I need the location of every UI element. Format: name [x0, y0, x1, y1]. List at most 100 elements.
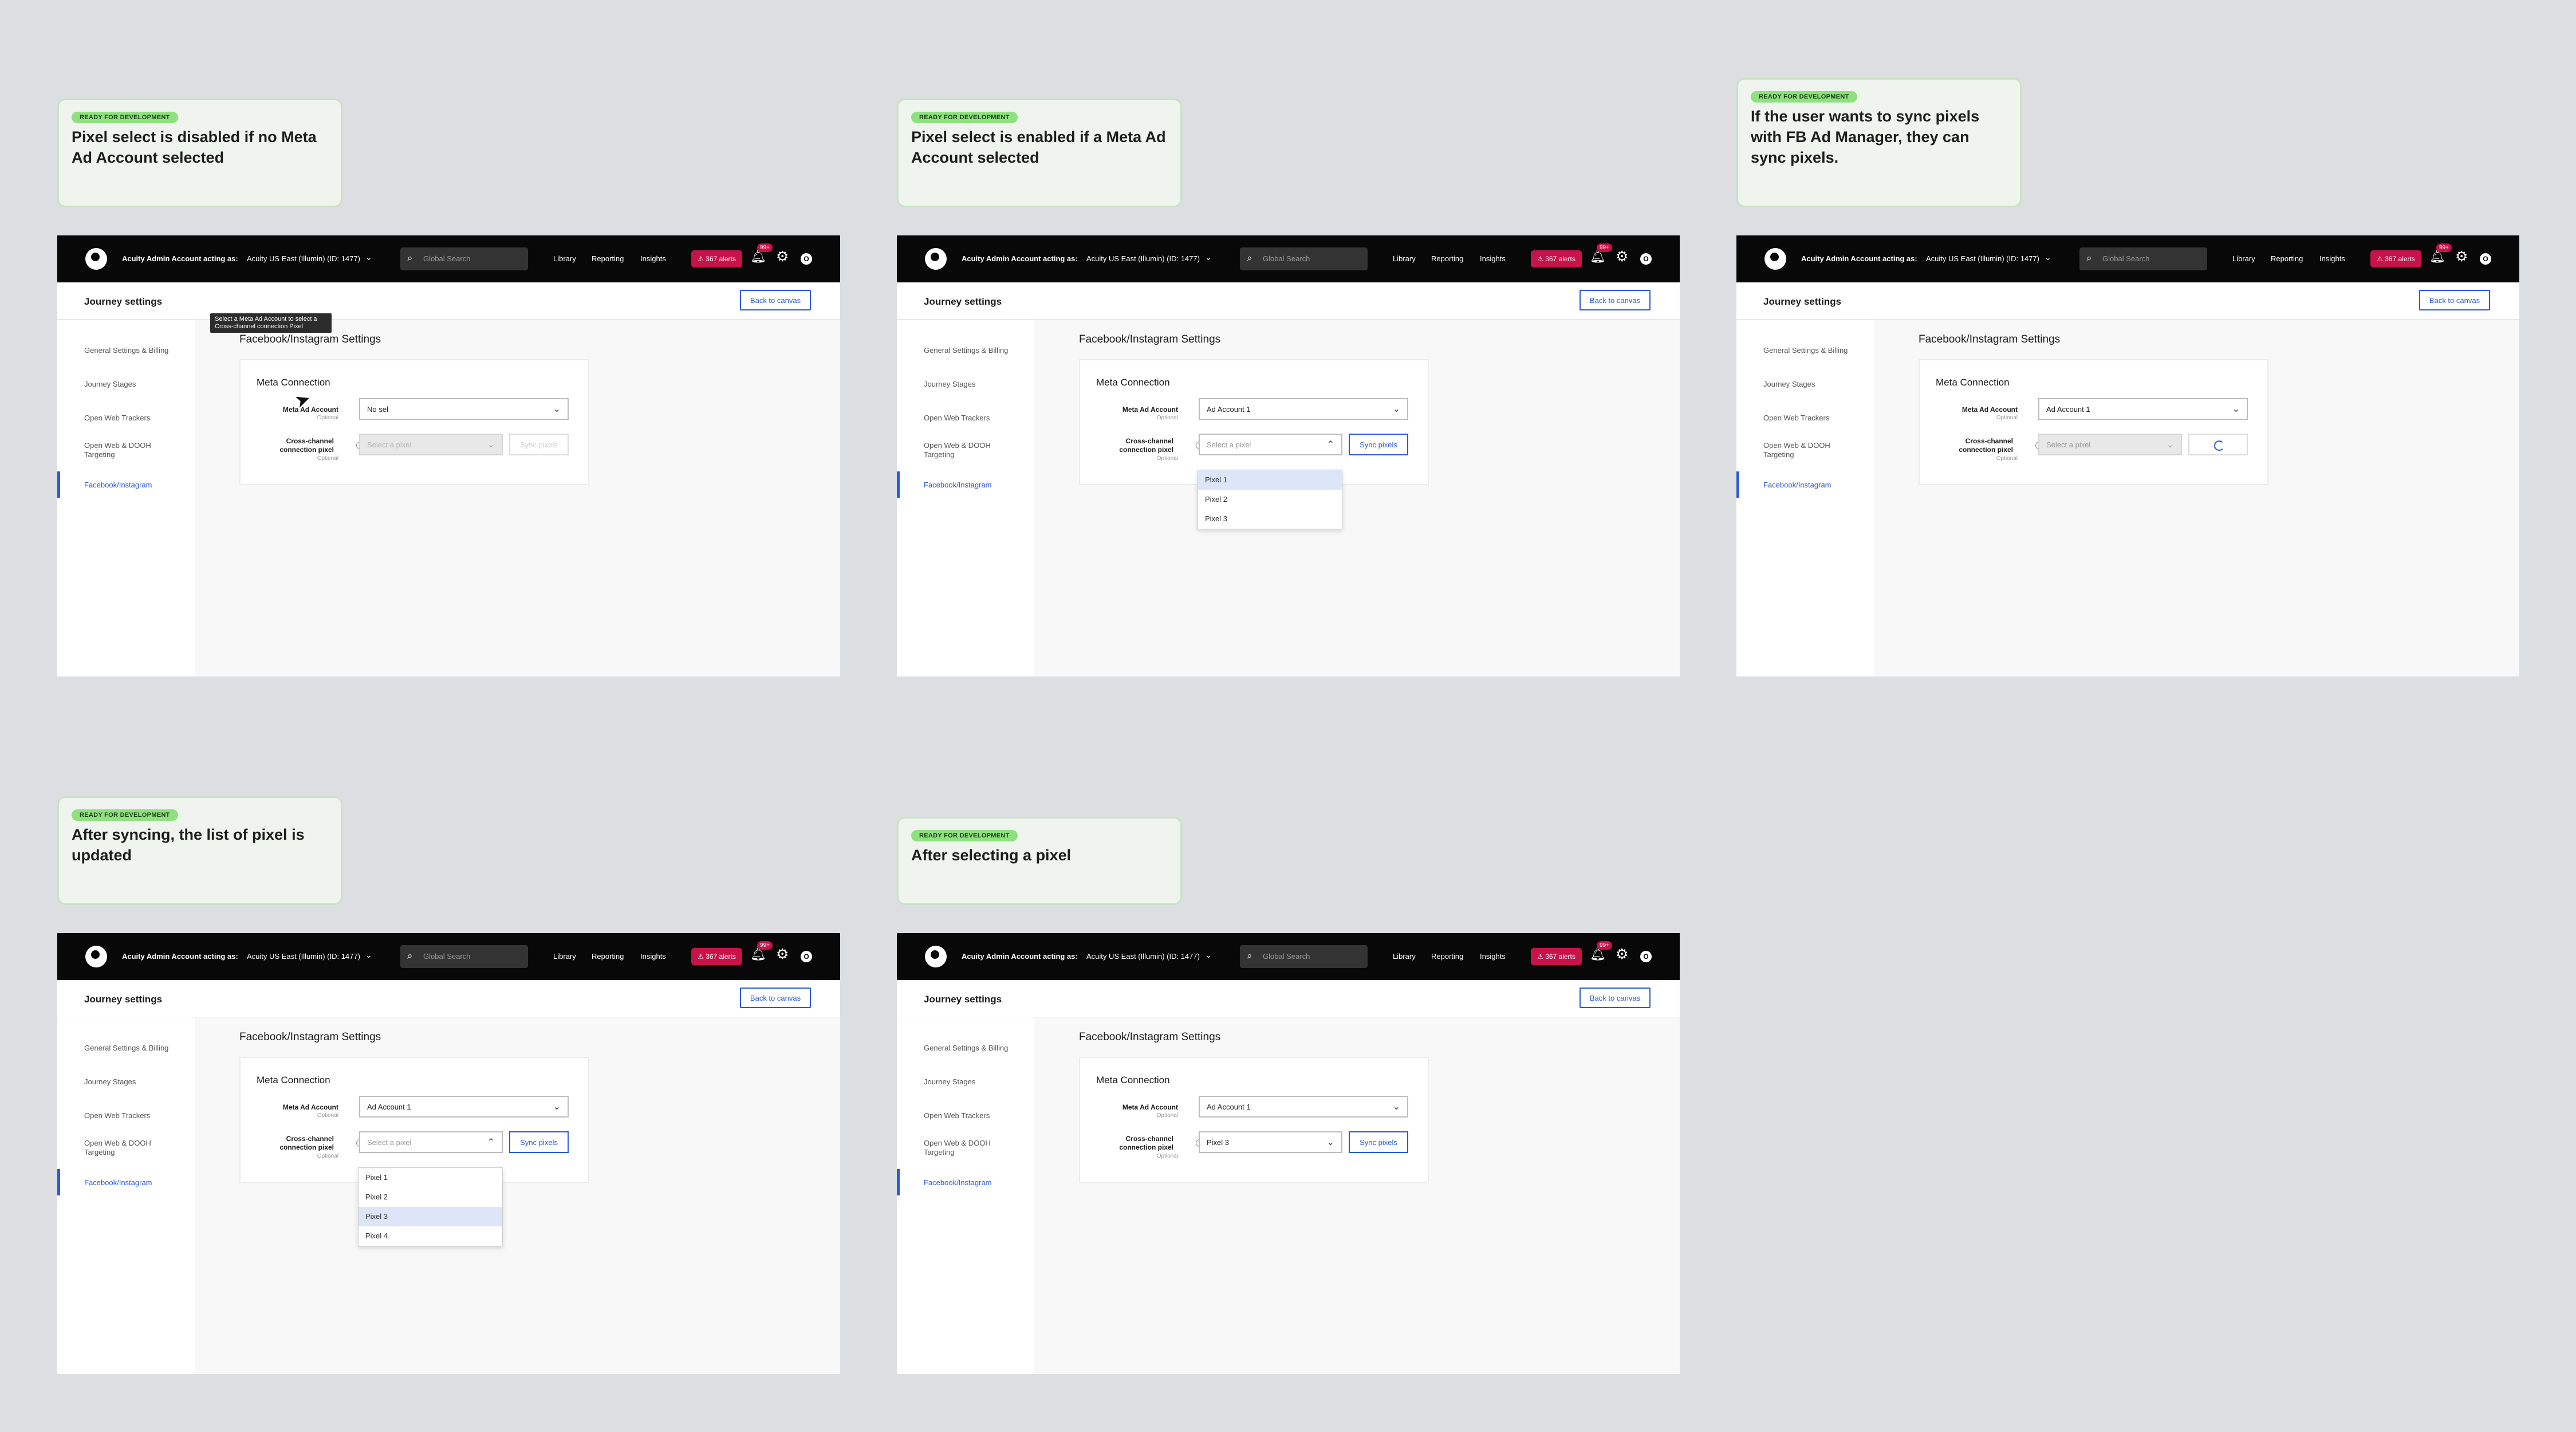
alerts-button[interactable]: ⚠ 367 alerts — [1531, 948, 1582, 965]
sidebar-item-open-web-trackers[interactable]: Open Web Trackers — [84, 414, 182, 423]
alerts-button[interactable]: ⚠ 367 alerts — [691, 250, 742, 267]
dropdown-option[interactable]: Pixel 1 — [359, 1168, 502, 1187]
nav-library[interactable]: Library — [553, 952, 576, 961]
sidebar-item-facebook-instagram[interactable]: Facebook/Instagram — [924, 481, 1021, 490]
acuity-logo[interactable] — [925, 946, 947, 967]
nav-insights[interactable]: Insights — [640, 254, 666, 263]
gear-icon[interactable]: ⚙ — [1616, 946, 1628, 963]
sidebar-item-facebook-instagram[interactable]: Facebook/Instagram — [1763, 481, 1861, 490]
global-search-input[interactable]: ⌕ Global Search — [1240, 945, 1368, 968]
dropdown-option[interactable]: Pixel 1 — [1198, 470, 1342, 490]
global-search-input[interactable]: ⌕ Global Search — [1240, 247, 1368, 270]
back-to-canvas-button[interactable]: Back to canvas — [740, 988, 811, 1008]
alerts-button[interactable]: ⚠ 367 alerts — [691, 948, 742, 965]
back-to-canvas-button[interactable]: Back to canvas — [2419, 290, 2490, 310]
dropdown-option[interactable]: Pixel 4 — [359, 1226, 502, 1246]
sidebar-item-open-web-trackers[interactable]: Open Web Trackers — [84, 1111, 182, 1120]
sidebar-item-facebook-instagram[interactable]: Facebook/Instagram — [84, 481, 182, 490]
sidebar-item-open-web-dooh[interactable]: Open Web & DOOH Targeting — [924, 1139, 1021, 1157]
account-switcher[interactable]: Acuity US East (Illumin) (ID: 1477) — [1926, 254, 2039, 263]
nav-reporting[interactable]: Reporting — [1431, 254, 1463, 263]
acuity-logo[interactable] — [85, 946, 107, 967]
nav-reporting[interactable]: Reporting — [1431, 952, 1463, 961]
avatar[interactable]: O — [801, 253, 812, 265]
sidebar-item-general-settings[interactable]: General Settings & Billing — [924, 1044, 1021, 1053]
nav-library[interactable]: Library — [553, 254, 576, 263]
pixel-select[interactable]: Select a pixel ⌄ — [2038, 434, 2182, 455]
pixel-select[interactable]: Select a pixel ⌄ — [359, 434, 503, 455]
sync-pixels-button[interactable] — [2188, 434, 2248, 455]
sidebar-item-facebook-instagram[interactable]: Facebook/Instagram — [84, 1178, 182, 1187]
sidebar-item-general-settings[interactable]: General Settings & Billing — [84, 346, 182, 355]
dropdown-option[interactable]: Pixel 3 — [1198, 509, 1342, 529]
pixel-select[interactable]: Select a pixel ⌃ — [1199, 434, 1342, 455]
sync-pixels-button[interactable]: Sync pixels — [1349, 1131, 1408, 1153]
acuity-logo[interactable] — [925, 248, 947, 270]
chevron-down-icon[interactable]: ⌄ — [365, 253, 372, 262]
alerts-button[interactable]: ⚠ 367 alerts — [2370, 250, 2421, 267]
account-switcher[interactable]: Acuity US East (Illumin) (ID: 1477) — [1086, 254, 1200, 263]
nav-insights[interactable]: Insights — [640, 952, 666, 961]
avatar[interactable]: O — [2480, 253, 2491, 265]
chevron-down-icon[interactable]: ⌄ — [365, 950, 372, 960]
sync-pixels-button[interactable]: Sync pixels — [509, 434, 569, 455]
back-to-canvas-button[interactable]: Back to canvas — [740, 290, 811, 310]
sidebar-item-journey-stages[interactable]: Journey Stages — [84, 380, 182, 389]
back-to-canvas-button[interactable]: Back to canvas — [1580, 988, 1651, 1008]
avatar[interactable]: O — [1640, 253, 1652, 265]
nav-library[interactable]: Library — [1393, 254, 1416, 263]
sidebar-item-open-web-trackers[interactable]: Open Web Trackers — [924, 414, 1021, 423]
sidebar-item-journey-stages[interactable]: Journey Stages — [1763, 380, 1861, 389]
gear-icon[interactable]: ⚙ — [776, 946, 789, 963]
chevron-down-icon[interactable]: ⌄ — [1205, 950, 1212, 960]
sync-pixels-button[interactable]: Sync pixels — [509, 1131, 569, 1153]
sidebar-item-general-settings[interactable]: General Settings & Billing — [1763, 346, 1861, 355]
acuity-logo[interactable] — [1764, 248, 1786, 270]
nav-insights[interactable]: Insights — [1480, 254, 1506, 263]
sidebar-item-journey-stages[interactable]: Journey Stages — [84, 1077, 182, 1087]
sidebar-item-journey-stages[interactable]: Journey Stages — [924, 380, 1021, 389]
sidebar-item-open-web-trackers[interactable]: Open Web Trackers — [1763, 414, 1861, 423]
nav-library[interactable]: Library — [1393, 952, 1416, 961]
sidebar-item-facebook-instagram[interactable]: Facebook/Instagram — [924, 1178, 1021, 1187]
account-switcher[interactable]: Acuity US East (Illumin) (ID: 1477) — [247, 254, 360, 263]
pixel-select[interactable]: Select a pixel ⌃ — [359, 1131, 503, 1153]
account-switcher[interactable]: Acuity US East (Illumin) (ID: 1477) — [247, 952, 360, 961]
sync-pixels-button[interactable]: Sync pixels — [1349, 434, 1408, 455]
nav-reporting[interactable]: Reporting — [2271, 254, 2303, 263]
sidebar-item-open-web-trackers[interactable]: Open Web Trackers — [924, 1111, 1021, 1120]
nav-reporting[interactable]: Reporting — [592, 952, 624, 961]
avatar[interactable]: O — [1640, 951, 1652, 962]
gear-icon[interactable]: ⚙ — [776, 248, 789, 265]
pixel-select[interactable]: Pixel 3 ⌄ — [1199, 1131, 1342, 1153]
nav-reporting[interactable]: Reporting — [592, 254, 624, 263]
meta-ad-account-select[interactable]: Ad Account 1 ⌄ — [1199, 398, 1408, 420]
acuity-logo[interactable] — [85, 248, 107, 270]
sidebar-item-journey-stages[interactable]: Journey Stages — [924, 1077, 1021, 1087]
meta-ad-account-select[interactable]: Ad Account 1 ⌄ — [2038, 398, 2248, 420]
account-switcher[interactable]: Acuity US East (Illumin) (ID: 1477) — [1086, 952, 1200, 961]
chevron-down-icon[interactable]: ⌄ — [2045, 253, 2051, 262]
sidebar-item-open-web-dooh[interactable]: Open Web & DOOH Targeting — [924, 441, 1021, 459]
nav-insights[interactable]: Insights — [1480, 952, 1506, 961]
nav-library[interactable]: Library — [2232, 254, 2255, 263]
alerts-button[interactable]: ⚠ 367 alerts — [1531, 250, 1582, 267]
sidebar-item-open-web-dooh[interactable]: Open Web & DOOH Targeting — [84, 1139, 182, 1157]
meta-ad-account-select[interactable]: No sel ⌄ — [359, 398, 569, 420]
nav-insights[interactable]: Insights — [2319, 254, 2345, 263]
global-search-input[interactable]: ⌕ Global Search — [2079, 247, 2207, 270]
sidebar-item-general-settings[interactable]: General Settings & Billing — [924, 346, 1021, 355]
meta-ad-account-select[interactable]: Ad Account 1 ⌄ — [359, 1096, 569, 1118]
gear-icon[interactable]: ⚙ — [2455, 248, 2468, 265]
dropdown-option[interactable]: Pixel 2 — [1198, 490, 1342, 509]
chevron-down-icon[interactable]: ⌄ — [1205, 253, 1212, 262]
gear-icon[interactable]: ⚙ — [1616, 248, 1628, 265]
global-search-input[interactable]: ⌕ Global Search — [400, 945, 528, 968]
sidebar-item-open-web-dooh[interactable]: Open Web & DOOH Targeting — [84, 441, 182, 459]
avatar[interactable]: O — [801, 951, 812, 962]
dropdown-option[interactable]: Pixel 2 — [359, 1187, 502, 1207]
dropdown-option[interactable]: Pixel 3 — [359, 1207, 502, 1226]
back-to-canvas-button[interactable]: Back to canvas — [1580, 290, 1651, 310]
sidebar-item-general-settings[interactable]: General Settings & Billing — [84, 1044, 182, 1053]
meta-ad-account-select[interactable]: Ad Account 1 ⌄ — [1199, 1096, 1408, 1118]
